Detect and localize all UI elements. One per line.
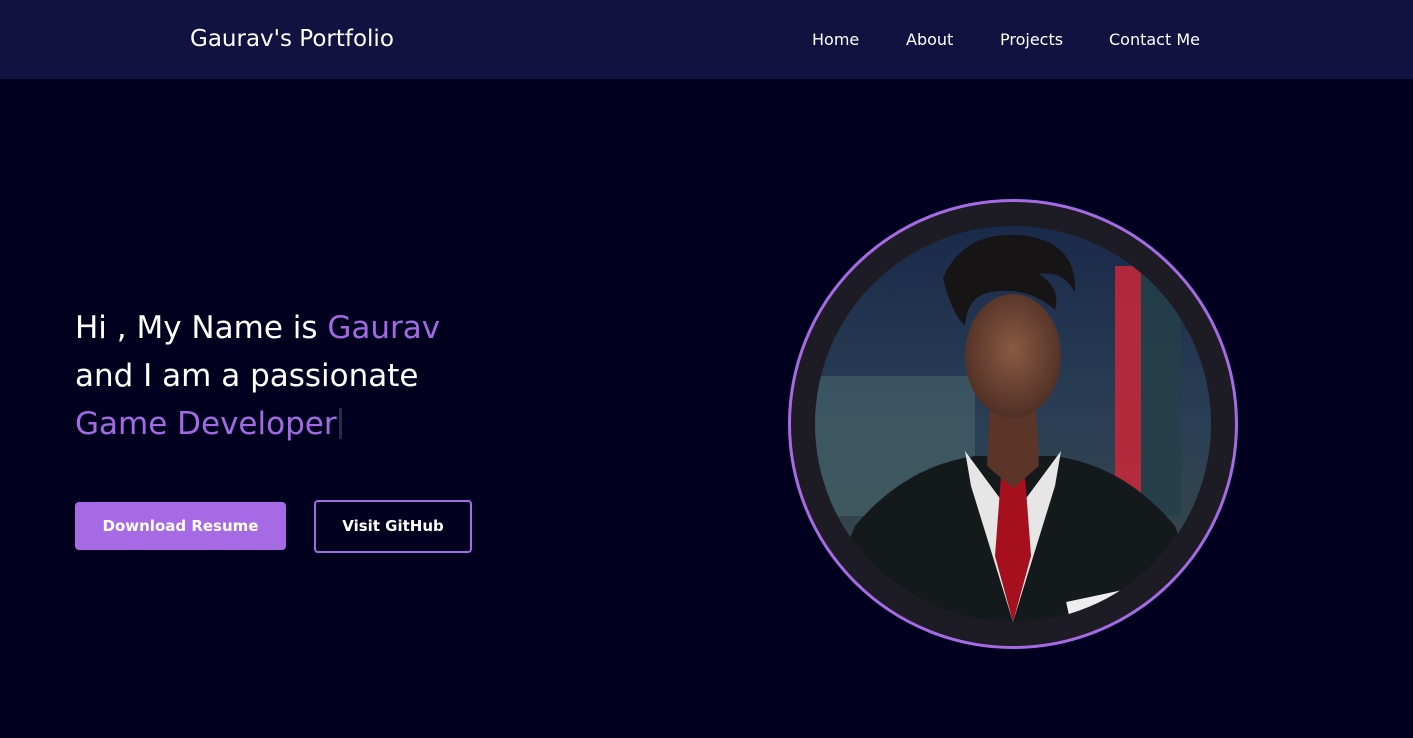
name-text: Gaurav bbox=[327, 310, 441, 346]
headline-line-3: Game Developer bbox=[75, 400, 635, 448]
hero-section: Hi , My Name is Gaurav and I am a passio… bbox=[0, 79, 1413, 738]
visit-github-button[interactable]: Visit GitHub bbox=[314, 500, 472, 553]
nav-links: Home About Projects Contact Me bbox=[0, 29, 1413, 51]
profile-photo bbox=[815, 226, 1211, 622]
nav-link-contact[interactable]: Contact Me bbox=[1109, 29, 1200, 51]
hero-headline: Hi , My Name is Gaurav and I am a passio… bbox=[75, 304, 635, 448]
headline-line-1: Hi , My Name is Gaurav bbox=[75, 304, 635, 352]
profile-photo-image bbox=[815, 226, 1211, 622]
nav-link-home[interactable]: Home bbox=[812, 29, 859, 51]
role-text: Game Developer bbox=[75, 406, 337, 442]
greeting-text: Hi , My Name is bbox=[75, 310, 328, 346]
headline-line-2: and I am a passionate bbox=[75, 358, 419, 394]
nav-link-projects[interactable]: Projects bbox=[1000, 29, 1063, 51]
nav-link-about[interactable]: About bbox=[906, 29, 953, 51]
typing-cursor bbox=[338, 408, 342, 439]
profile-photo-frame bbox=[788, 199, 1238, 649]
navbar: Gaurav's Portfolio Home About Projects C… bbox=[0, 0, 1413, 79]
download-resume-button[interactable]: Download Resume bbox=[75, 502, 286, 550]
